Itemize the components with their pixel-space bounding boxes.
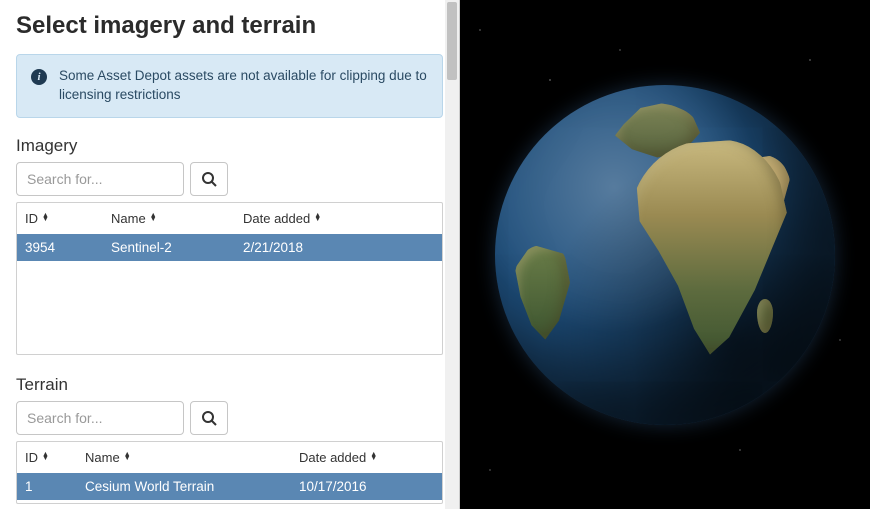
terrain-col-date[interactable]: Date added ▲▼ <box>291 448 442 467</box>
imagery-thead: ID ▲▼ Name ▲▼ Date added ▲▼ <box>17 203 442 234</box>
terrain-search-button[interactable] <box>190 401 228 435</box>
cell-id: 3954 <box>17 239 103 256</box>
imagery-table: ID ▲▼ Name ▲▼ Date added ▲▼ 3954 Sentine… <box>16 202 443 355</box>
col-name-label: Name <box>111 211 146 226</box>
imagery-search-input[interactable] <box>16 162 184 196</box>
app-root: Select imagery and terrain i Some Asset … <box>0 0 870 509</box>
left-panel: Select imagery and terrain i Some Asset … <box>0 0 460 509</box>
cell-name: Sentinel-2 <box>103 239 235 256</box>
info-icon: i <box>31 69 47 85</box>
scrollbar-thumb[interactable] <box>447 2 457 80</box>
col-id-label: ID <box>25 211 38 226</box>
imagery-search-button[interactable] <box>190 162 228 196</box>
info-text: Some Asset Depot assets are not availabl… <box>59 67 428 105</box>
search-icon <box>201 171 217 187</box>
globe-viewer[interactable] <box>460 0 870 509</box>
sort-icon: ▲▼ <box>150 214 157 222</box>
imagery-label: Imagery <box>16 136 443 156</box>
landmass-south-america <box>515 245 570 340</box>
page-title: Select imagery and terrain <box>16 12 443 40</box>
imagery-col-id[interactable]: ID ▲▼ <box>17 209 103 228</box>
cell-date: 10/17/2016 <box>291 478 442 495</box>
scrollbar[interactable] <box>445 0 459 509</box>
sort-icon: ▲▼ <box>42 453 49 461</box>
globe[interactable] <box>495 85 835 425</box>
cell-date: 2/21/2018 <box>235 239 442 256</box>
col-name-label: Name <box>85 450 120 465</box>
cell-id: 1 <box>17 478 77 495</box>
sort-icon: ▲▼ <box>314 214 321 222</box>
terrain-table: ID ▲▼ Name ▲▼ Date added ▲▼ 1 Cesium Wor… <box>16 441 443 504</box>
col-id-label: ID <box>25 450 38 465</box>
sort-icon: ▲▼ <box>124 453 131 461</box>
imagery-row[interactable]: 3954 Sentinel-2 2/21/2018 <box>17 234 442 261</box>
terrain-row[interactable]: 1 Cesium World Terrain 10/17/2016 <box>17 473 442 500</box>
imagery-tbody: 3954 Sentinel-2 2/21/2018 <box>17 234 442 354</box>
terrain-tbody: 1 Cesium World Terrain 10/17/2016 <box>17 473 442 503</box>
info-banner: i Some Asset Depot assets are not availa… <box>16 54 443 118</box>
imagery-col-name[interactable]: Name ▲▼ <box>103 209 235 228</box>
landmass-madagascar <box>757 299 773 333</box>
imagery-col-date[interactable]: Date added ▲▼ <box>235 209 442 228</box>
terrain-search-input[interactable] <box>16 401 184 435</box>
terrain-col-id[interactable]: ID ▲▼ <box>17 448 77 467</box>
terrain-thead: ID ▲▼ Name ▲▼ Date added ▲▼ <box>17 442 442 473</box>
imagery-search-row <box>16 162 443 196</box>
terrain-col-name[interactable]: Name ▲▼ <box>77 448 291 467</box>
terrain-label: Terrain <box>16 375 443 395</box>
sort-icon: ▲▼ <box>370 453 377 461</box>
cell-name: Cesium World Terrain <box>77 478 291 495</box>
search-icon <box>201 410 217 426</box>
sort-icon: ▲▼ <box>42 214 49 222</box>
col-date-label: Date added <box>299 450 366 465</box>
terrain-search-row <box>16 401 443 435</box>
col-date-label: Date added <box>243 211 310 226</box>
